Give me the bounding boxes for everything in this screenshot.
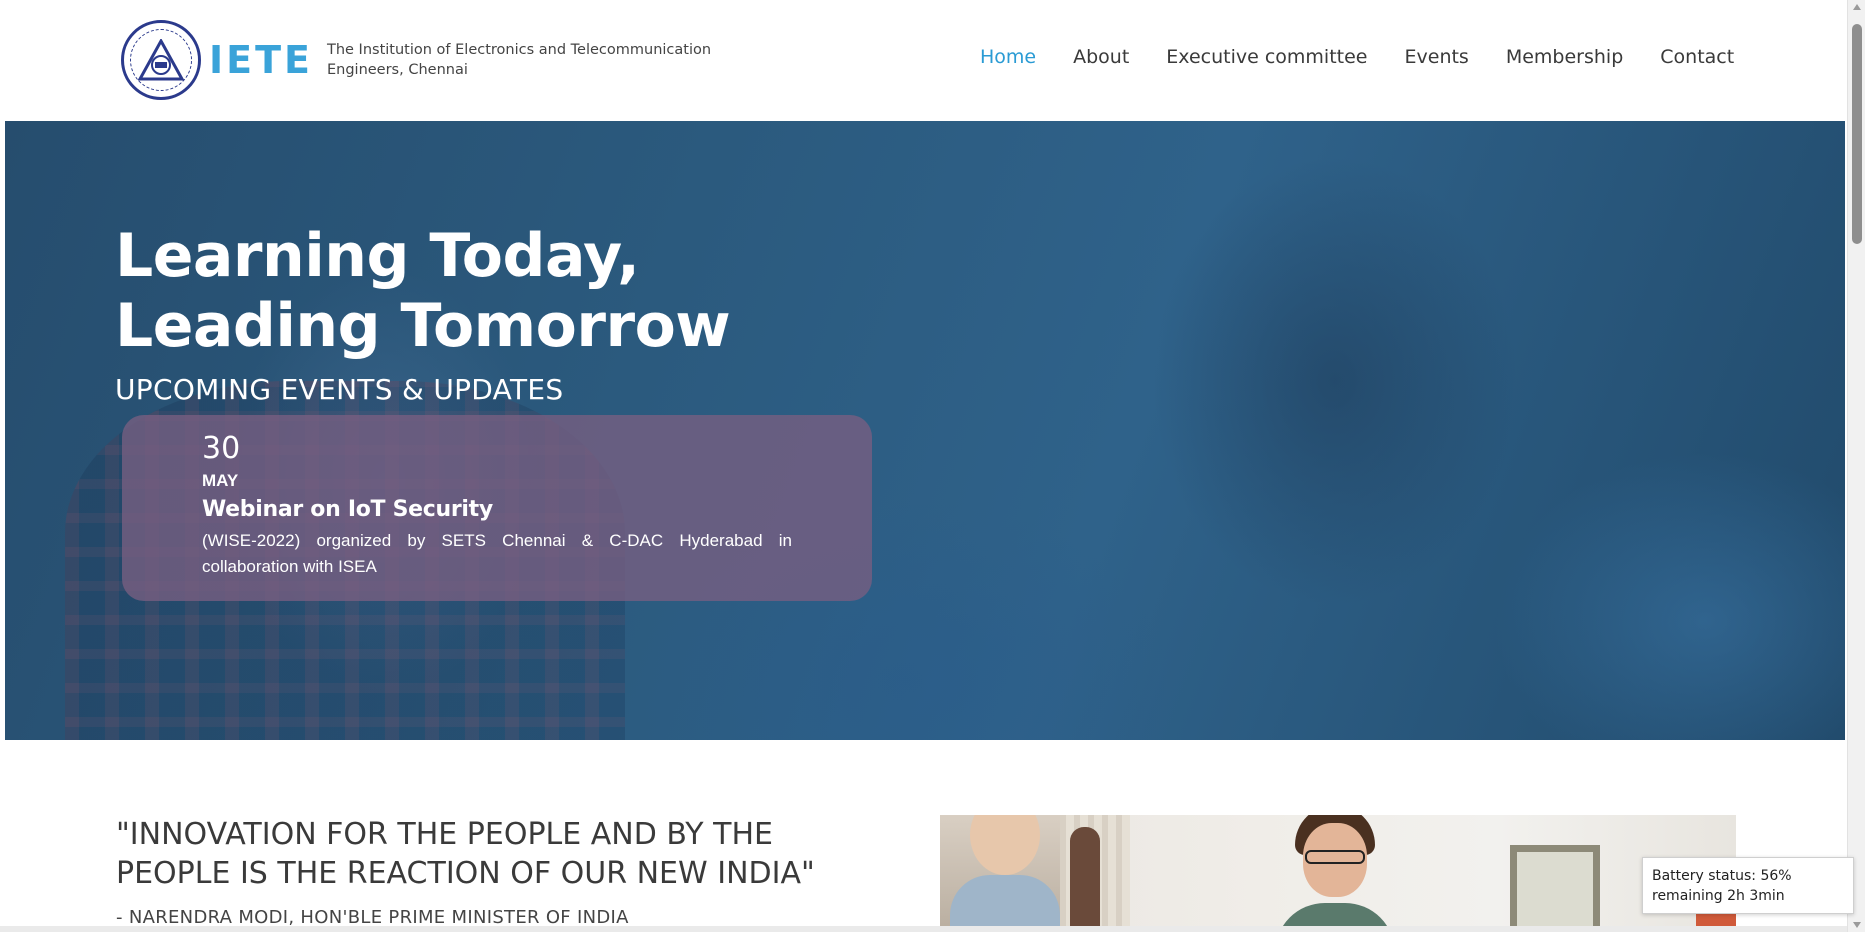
quote-author: - NARENDRA MODI, HON'BLE PRIME MINISTER … (116, 907, 629, 928)
brand-tagline: The Institution of Electronics and Telec… (326, 42, 712, 78)
event-month: MAY (202, 471, 239, 490)
nav-executive-committee[interactable]: Executive committee (1166, 46, 1367, 68)
horizontal-scrollbar[interactable] (0, 926, 1847, 932)
hero-subtitle: UPCOMING EVENTS & UPDATES (115, 373, 564, 406)
quote-text: "INNOVATION FOR THE PEOPLE AND BY THE PE… (116, 817, 815, 891)
nav-contact[interactable]: Contact (1660, 46, 1734, 68)
battery-status-tooltip: Battery status: 56% remaining 2h 3min (1642, 857, 1854, 914)
scrollbar-thumb[interactable] (1852, 24, 1862, 244)
hero-title-line-2: Leading Tomorrow (115, 291, 731, 361)
iete-seal-icon (121, 20, 201, 100)
hero-title: Learning Today, Leading Tomorrow (115, 221, 731, 361)
event-description: (WISE-2022) organized by SETS Chennai & … (202, 531, 792, 576)
hero-title-line-1: Learning Today, (115, 221, 640, 291)
main-nav: Home About Executive committee Events Me… (980, 46, 1734, 68)
scroll-down-icon[interactable] (1853, 922, 1861, 928)
nav-events[interactable]: Events (1405, 46, 1469, 68)
people-photo (940, 815, 1736, 932)
event-title[interactable]: Webinar on IoT Security (202, 497, 792, 522)
hero-banner: Learning Today, Leading Tomorrow UPCOMIN… (5, 121, 1845, 740)
nav-home[interactable]: Home (980, 46, 1036, 68)
brand-name: IETE (209, 38, 313, 82)
vertical-scrollbar[interactable] (1847, 0, 1865, 932)
nav-membership[interactable]: Membership (1506, 46, 1623, 68)
site-header: IETE The Institution of Electronics and … (5, 0, 1845, 121)
scroll-up-icon[interactable] (1853, 4, 1861, 10)
event-card[interactable]: 30 MAY Webinar on IoT Security (WISE-202… (122, 415, 872, 601)
event-day: 30 (202, 431, 241, 466)
nav-about[interactable]: About (1073, 46, 1129, 68)
logo[interactable]: IETE The Institution of Electronics and … (121, 20, 757, 100)
